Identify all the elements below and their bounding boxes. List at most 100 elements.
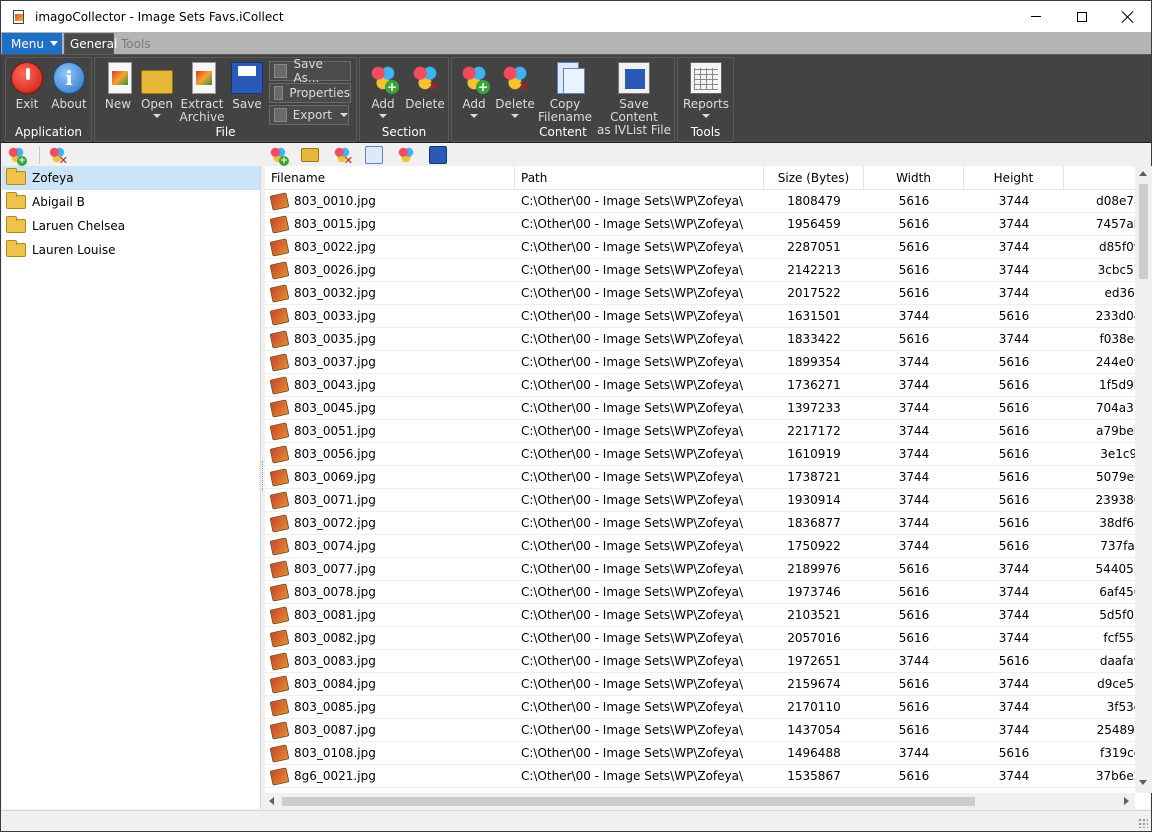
copy-filename-button[interactable]: Copy Filename xyxy=(538,62,592,124)
add-section-icon[interactable] xyxy=(7,146,27,166)
table-row[interactable]: 803_0032.jpg C:\Other\00 - Image Sets\WP\… xyxy=(265,282,1149,305)
table-row[interactable]: 803_0083.jpg C:\Other\00 - Image Sets\WP\… xyxy=(265,650,1149,673)
cell-size: 2017522 xyxy=(787,286,841,300)
cell-width: 3744 xyxy=(898,493,930,507)
table-row[interactable]: 803_0072.jpg C:\Other\00 - Image Sets\WP\… xyxy=(265,512,1149,535)
add-content-icon[interactable] xyxy=(269,146,289,166)
pane-splitter[interactable] xyxy=(262,461,264,491)
cell-filename: 803_0081.jpg xyxy=(265,604,515,627)
tree-item-zofeya[interactable]: Zofeya xyxy=(2,166,260,190)
table-row[interactable]: 803_0084.jpg C:\Other\00 - Image Sets\WP\… xyxy=(265,673,1149,696)
cell-filename: 803_0083.jpg xyxy=(265,650,515,673)
scroll-left-icon[interactable] xyxy=(269,797,274,805)
table-row[interactable]: 803_0026.jpg C:\Other\00 - Image Sets\WP\… xyxy=(265,259,1149,282)
add-folder-icon[interactable] xyxy=(301,148,319,162)
cell-path: C:\Other\00 - Image Sets\WP\Zofeya\ xyxy=(521,263,744,277)
image-file-icon xyxy=(269,214,290,234)
table-row[interactable]: 803_0056.jpg C:\Other\00 - Image Sets\WP\… xyxy=(265,443,1149,466)
properties-button[interactable]: Properties xyxy=(269,83,351,103)
image-file-icon xyxy=(269,559,290,579)
table-row[interactable]: 803_0082.jpg C:\Other\00 - Image Sets\WP\… xyxy=(265,627,1149,650)
menu-button[interactable]: Menu xyxy=(2,33,62,54)
extract-archive-button[interactable]: Extract Archive xyxy=(179,62,225,124)
delete-content-icon[interactable] xyxy=(333,146,353,166)
copy-icon[interactable] xyxy=(365,146,383,164)
save-button[interactable]: Save xyxy=(230,62,264,111)
section-add-button[interactable]: Add xyxy=(366,62,400,118)
table-row[interactable]: 803_0078.jpg C:\Other\00 - Image Sets\WP\… xyxy=(265,581,1149,604)
content-add-button[interactable]: Add xyxy=(456,62,492,118)
table-row[interactable]: 803_0074.jpg C:\Other\00 - Image Sets\WP\… xyxy=(265,535,1149,558)
table-row[interactable]: 803_0045.jpg C:\Other\00 - Image Sets\WP\… xyxy=(265,397,1149,420)
cell-width: 5616 xyxy=(898,332,930,346)
cell-height: 3744 xyxy=(998,769,1030,783)
table-row[interactable]: 803_0010.jpg C:\Other\00 - Image Sets\WP\… xyxy=(265,190,1149,213)
table-row[interactable]: 803_0108.jpg C:\Other\00 - Image Sets\WP\… xyxy=(265,742,1149,765)
cell-size: 2103521 xyxy=(787,608,841,622)
group-label-application: Application xyxy=(14,125,83,139)
save-as-button[interactable]: Save As... xyxy=(269,57,351,85)
exit-button[interactable]: Exit xyxy=(10,62,44,111)
table-row[interactable]: 8g6_0021.jpg C:\Other\00 - Image Sets\WP\… xyxy=(265,765,1149,788)
about-button[interactable]: i About xyxy=(50,62,88,111)
tree-item-lauren-louise[interactable]: Lauren Louise xyxy=(2,238,260,262)
scroll-right-icon[interactable] xyxy=(1124,797,1129,805)
column-header-path[interactable]: Path xyxy=(515,166,764,190)
grid-rows: 803_0010.jpg C:\Other\00 - Image Sets\WP\… xyxy=(265,190,1149,788)
tree-item-abigail-b[interactable]: Abigail B xyxy=(2,190,260,214)
export-button[interactable]: Export xyxy=(269,105,349,125)
table-row[interactable]: 803_0071.jpg C:\Other\00 - Image Sets\WP\… xyxy=(265,489,1149,512)
resize-grip-icon[interactable] xyxy=(1138,818,1148,828)
delete-section-icon[interactable] xyxy=(48,146,68,166)
group-tools: Reports Tools xyxy=(677,57,734,142)
content-action-icon[interactable] xyxy=(397,146,415,164)
table-row[interactable]: 803_0022.jpg C:\Other\00 - Image Sets\WP\… xyxy=(265,236,1149,259)
tree-item-label: Abigail B xyxy=(32,195,85,209)
save-list-icon[interactable] xyxy=(429,146,447,164)
section-delete-button[interactable]: Delete xyxy=(405,62,445,111)
tree-item-laruen-chelsea[interactable]: Laruen Chelsea xyxy=(2,214,260,238)
table-row[interactable]: 803_0035.jpg C:\Other\00 - Image Sets\WP\… xyxy=(265,328,1149,351)
maximize-icon xyxy=(1077,11,1087,22)
scroll-down-icon[interactable] xyxy=(1139,780,1147,785)
image-file-icon xyxy=(269,260,290,280)
cell-width: 5616 xyxy=(898,631,930,645)
content-delete-button[interactable]: Delete xyxy=(495,62,535,118)
table-row[interactable]: 803_0015.jpg C:\Other\00 - Image Sets\WP\… xyxy=(265,213,1149,236)
filename-text: 803_0072.jpg xyxy=(294,516,376,530)
column-header-filename[interactable]: Filename xyxy=(265,166,515,190)
table-row[interactable]: 803_0077.jpg C:\Other\00 - Image Sets\WP\… xyxy=(265,558,1149,581)
column-header-width[interactable]: Width xyxy=(864,166,964,190)
reports-button[interactable]: Reports xyxy=(683,62,729,118)
column-header-height[interactable]: Height xyxy=(964,166,1064,190)
table-row[interactable]: 803_0037.jpg C:\Other\00 - Image Sets\WP\… xyxy=(265,351,1149,374)
cell-height: 3744 xyxy=(998,608,1030,622)
table-row[interactable]: 803_0069.jpg C:\Other\00 - Image Sets\WP\… xyxy=(265,466,1149,489)
horizontal-scrollbar[interactable] xyxy=(265,793,1135,809)
ribbon-tab-row: Menu General Tools xyxy=(1,32,1151,54)
tab-general[interactable]: General xyxy=(64,33,117,54)
copy-icon xyxy=(556,62,585,94)
cell-filename: 803_0033.jpg xyxy=(265,305,515,328)
table-row[interactable]: 803_0043.jpg C:\Other\00 - Image Sets\WP\… xyxy=(265,374,1149,397)
filename-text: 803_0032.jpg xyxy=(294,286,376,300)
scroll-up-icon[interactable] xyxy=(1139,171,1147,176)
maximize-button[interactable] xyxy=(1059,1,1105,32)
table-row[interactable]: 803_0087.jpg C:\Other\00 - Image Sets\WP\… xyxy=(265,719,1149,742)
close-button[interactable] xyxy=(1105,1,1151,32)
filename-text: 803_0085.jpg xyxy=(294,700,376,714)
table-row[interactable]: 803_0051.jpg C:\Other\00 - Image Sets\WP\… xyxy=(265,420,1149,443)
cell-height: 3744 xyxy=(998,194,1030,208)
table-row[interactable]: 803_0033.jpg C:\Other\00 - Image Sets\WP\… xyxy=(265,305,1149,328)
vertical-scrollbar[interactable] xyxy=(1135,166,1152,793)
table-row[interactable]: 803_0081.jpg C:\Other\00 - Image Sets\WP\… xyxy=(265,604,1149,627)
vertical-scroll-thumb[interactable] xyxy=(1139,184,1148,279)
tab-tools[interactable]: Tools xyxy=(116,33,156,54)
table-row[interactable]: 803_0085.jpg C:\Other\00 - Image Sets\WP\… xyxy=(265,696,1149,719)
new-button[interactable]: New xyxy=(101,62,135,111)
column-header-size[interactable]: Size (Bytes) xyxy=(764,166,864,190)
minimize-button[interactable] xyxy=(1013,1,1059,32)
section-delete-label: Delete xyxy=(405,97,445,111)
open-button[interactable]: Open xyxy=(139,62,175,118)
horizontal-scroll-thumb[interactable] xyxy=(282,797,975,806)
